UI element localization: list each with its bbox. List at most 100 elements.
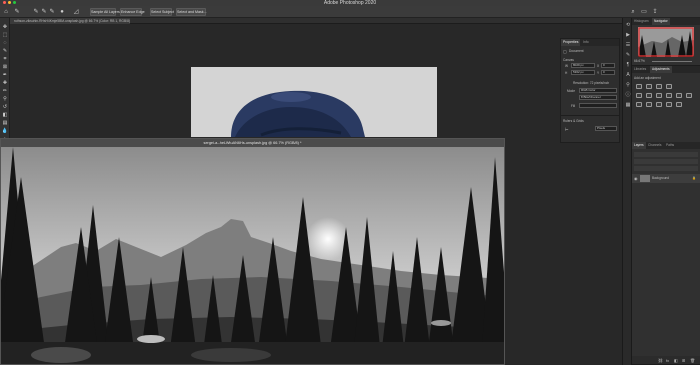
eraser-tool-icon[interactable]: ◧: [1, 112, 9, 119]
close-window-icon[interactable]: [3, 1, 6, 4]
black-white-icon[interactable]: [666, 93, 672, 98]
healing-brush-tool-icon[interactable]: ✚: [1, 80, 9, 87]
mode-select[interactable]: RGB Color: [579, 88, 617, 93]
blur-tool-icon[interactable]: 💧: [1, 128, 9, 135]
channel-mixer-icon[interactable]: [686, 93, 692, 98]
color-balance-icon[interactable]: [656, 93, 662, 98]
play-actions-icon[interactable]: ▶: [625, 32, 631, 38]
history-brush-tool-icon[interactable]: ↺: [1, 104, 9, 111]
canvas-section-label: Canvas: [563, 58, 574, 62]
character-icon[interactable]: A: [625, 72, 631, 78]
new-layer-icon[interactable]: ⊞: [682, 358, 685, 363]
threshold-icon[interactable]: [656, 102, 662, 107]
landscape-image: [1, 147, 504, 364]
paragraph-icon[interactable]: ¶: [625, 62, 631, 68]
hue-saturation-icon[interactable]: [646, 93, 652, 98]
properties-icon[interactable]: ☰: [625, 42, 631, 48]
enhance-edge-checkbox[interactable]: Enhance Edge: [120, 8, 145, 16]
tab-paths[interactable]: Paths: [664, 142, 676, 149]
tab-navigator[interactable]: Navigator: [652, 18, 670, 25]
subtract-selection-icon[interactable]: ✎: [48, 8, 56, 16]
zoom-level[interactable]: 66.67%: [634, 59, 645, 63]
tab-histogram[interactable]: Histogram: [632, 18, 651, 25]
y-field[interactable]: 0: [601, 70, 615, 75]
quick-selection-tool-icon[interactable]: ✎: [13, 8, 21, 16]
mask-icon[interactable]: ◧: [674, 358, 678, 363]
zoom-slider[interactable]: [652, 61, 692, 62]
brush-settings-icon[interactable]: ✎: [625, 52, 631, 58]
tab-adjustments[interactable]: Adjustments: [650, 66, 672, 73]
layer-row[interactable]: ◉ Background 🔒: [632, 174, 700, 183]
clone-source-icon[interactable]: ⚲: [625, 82, 631, 88]
tab-properties[interactable]: Properties: [561, 39, 581, 46]
add-to-selection-icon[interactable]: ✎: [40, 8, 48, 16]
eyedropper-tool-icon[interactable]: ✒: [1, 72, 9, 79]
gradient-map-icon[interactable]: [666, 102, 672, 107]
height-field[interactable]: 5362 px: [571, 70, 595, 75]
move-tool-icon[interactable]: ✥: [1, 24, 9, 31]
history-icon[interactable]: ⟲: [625, 22, 631, 28]
mode-label: Mode: [567, 89, 575, 93]
mountain-forest-photo[interactable]: [1, 147, 504, 364]
eye-icon[interactable]: ◉: [634, 176, 638, 181]
invert-icon[interactable]: [636, 102, 642, 107]
fill-select[interactable]: [579, 103, 617, 108]
brush-tool-icon[interactable]: ✏: [1, 88, 9, 95]
exposure-icon[interactable]: [666, 84, 672, 89]
link-layers-icon[interactable]: ⛓: [658, 358, 663, 363]
crop-tool-icon[interactable]: ⌗: [1, 56, 9, 63]
tab-info[interactable]: Info: [581, 39, 591, 46]
frame-tool-icon[interactable]: ⊠: [1, 64, 9, 71]
brightness-contrast-icon[interactable]: [636, 84, 642, 89]
home-icon[interactable]: ⌂: [2, 8, 10, 16]
navigator-thumbnail: [638, 27, 694, 57]
curves-icon[interactable]: [656, 84, 662, 89]
angle-icon[interactable]: ◿: [72, 8, 80, 16]
depth-select[interactable]: 8 Bits/Channel: [579, 95, 617, 100]
photoshop-window: Adobe Photoshop 2020 ⌂ ✎ ✎ ✎ ✎ ● ◿ Sampl…: [0, 0, 700, 365]
properties-tabs: Properties Info: [561, 39, 619, 46]
swatches-icon[interactable]: ▦: [625, 102, 631, 108]
gradient-tool-icon[interactable]: ▤: [1, 120, 9, 127]
trash-icon[interactable]: 🗑: [690, 358, 695, 363]
marquee-tool-icon[interactable]: ⬚: [1, 32, 9, 39]
layer-filter-bar[interactable]: [634, 152, 698, 157]
quick-selection-tool-icon[interactable]: ✎: [1, 48, 9, 55]
maximize-window-icon[interactable]: [13, 1, 16, 4]
tab-libraries[interactable]: Libraries: [632, 66, 648, 73]
back-document-image[interactable]: [191, 67, 437, 137]
select-and-mask-button[interactable]: Select and Mask...: [176, 8, 207, 16]
share-icon[interactable]: ⇪: [651, 8, 659, 16]
vibrance-icon[interactable]: [636, 93, 642, 98]
x-field[interactable]: 0: [601, 63, 615, 68]
add-adjustment-label: Add an adjustment: [634, 76, 661, 80]
height-label: H: [565, 71, 568, 75]
photo-filter-icon[interactable]: [676, 93, 682, 98]
fx-icon[interactable]: fx: [666, 358, 669, 363]
brush-size-icon[interactable]: ●: [58, 8, 66, 16]
units-select[interactable]: Pixels: [595, 126, 617, 131]
layer-name[interactable]: Background: [652, 176, 669, 180]
select-subject-button[interactable]: Select Subject: [150, 8, 174, 16]
clone-stamp-tool-icon[interactable]: ⚲: [1, 96, 9, 103]
document-label: Document: [569, 49, 584, 53]
front-document-window[interactable]: sergei-a--heLWtuAN6Hs-unsplash.jpg @ 66.…: [0, 138, 505, 365]
document-title[interactable]: sergei-a--heLWtuAN6Hs-unsplash.jpg @ 66.…: [1, 139, 504, 147]
sample-all-layers-checkbox[interactable]: Sample All Layers: [90, 8, 120, 16]
navigator-preview[interactable]: [638, 27, 694, 57]
tab-layers[interactable]: Layers: [632, 142, 646, 149]
info-icon[interactable]: ⓘ: [625, 92, 631, 98]
width-field[interactable]: 8029 px: [571, 63, 595, 68]
blend-mode-bar[interactable]: [634, 159, 698, 164]
selective-color-icon[interactable]: [676, 102, 682, 107]
lasso-tool-icon[interactable]: ◌: [1, 40, 9, 47]
tab-channels[interactable]: Channels: [646, 142, 663, 149]
levels-icon[interactable]: [646, 84, 652, 89]
minimize-window-icon[interactable]: [8, 1, 11, 4]
lock-bar[interactable]: [634, 166, 698, 171]
search-icon[interactable]: ⌕: [629, 8, 637, 16]
workspace-icon[interactable]: ▭: [640, 8, 648, 16]
posterize-icon[interactable]: [646, 102, 652, 107]
new-selection-icon[interactable]: ✎: [32, 8, 40, 16]
cap-image: [191, 67, 437, 137]
